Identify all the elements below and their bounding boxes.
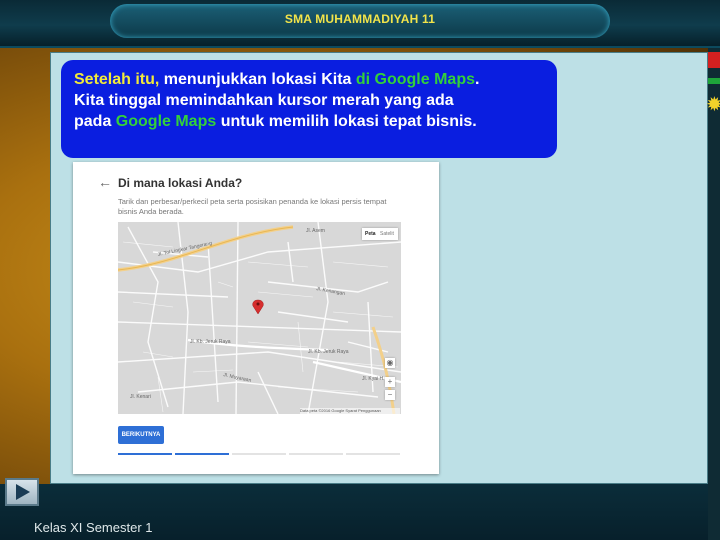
back-arrow-icon[interactable]: ← [98, 173, 112, 191]
progress-segment [118, 453, 172, 455]
callout-line-1: Setelah itu, menunjukkan lokasi Kita di … [74, 69, 545, 90]
callout-text: Google Maps [115, 113, 217, 130]
street-label: Jl. Kyai H. [362, 376, 385, 382]
map-attribution: Data peta ©2016 Google Syarat Penggunaan [300, 408, 400, 414]
map-streets: Jl. Tol Lingkar Tangerang Jl. Kb. Jeruk … [118, 222, 401, 414]
callout-text: pada [74, 113, 116, 130]
step-progress-bar [118, 453, 402, 456]
zoom-in-icon[interactable]: + [385, 377, 395, 387]
right-decorative-strip [708, 48, 720, 540]
callout-line-2: Kita tinggal memindahkan kursor merah ya… [74, 92, 454, 109]
callout-text: di [355, 71, 371, 88]
callout-text: Setelah itu, [74, 71, 160, 88]
locate-icon[interactable]: ◉ [385, 358, 395, 368]
form-heading: Di mana lokasi Anda? [118, 176, 243, 190]
school-title: SMA MUHAMMADIYAH 11 [284, 12, 436, 26]
footer-class-label: Kelas XI Semester 1 [34, 520, 153, 535]
form-description: Tarik dan perbesar/perkecil peta serta p… [118, 197, 387, 216]
red-marker-decoration [708, 52, 720, 68]
callout-text: Google Maps [374, 71, 475, 88]
next-slide-button[interactable] [5, 478, 39, 506]
google-map[interactable]: Jl. Tol Lingkar Tangerang Jl. Kb. Jeruk … [118, 222, 401, 414]
green-marker-decoration [708, 78, 720, 84]
street-label: Jl. Kb. Jeruk Raya [190, 339, 231, 345]
callout-text: menunjukkan lokasi Kita [159, 71, 356, 88]
map-type-toggle[interactable]: Peta Satelit [362, 228, 398, 240]
callout-text: . [474, 71, 480, 88]
gear-icon: ✹ [706, 94, 720, 116]
satellite-view-option[interactable]: Satelit [380, 228, 394, 240]
map-view-option[interactable]: Peta [365, 228, 376, 240]
instruction-callout: Setelah itu, menunjukkan lokasi Kita di … [61, 60, 557, 158]
progress-segment [175, 453, 229, 455]
zoom-out-icon[interactable]: − [385, 390, 395, 400]
street-label: Jl. Kenari [130, 394, 151, 400]
callout-text: untuk memilih lokasi tepat bisnis. [216, 113, 477, 130]
play-arrow-icon [16, 484, 30, 500]
progress-segment [346, 453, 400, 455]
street-label: Jl. Asem [306, 228, 325, 234]
next-step-button[interactable]: BERIKUTNYA [118, 426, 164, 444]
callout-line-3: pada Google Maps untuk memilih lokasi te… [74, 111, 545, 132]
progress-segment [232, 453, 286, 455]
progress-segment [289, 453, 343, 455]
street-label: Jl. Kb. Jeruk Raya [308, 349, 349, 355]
